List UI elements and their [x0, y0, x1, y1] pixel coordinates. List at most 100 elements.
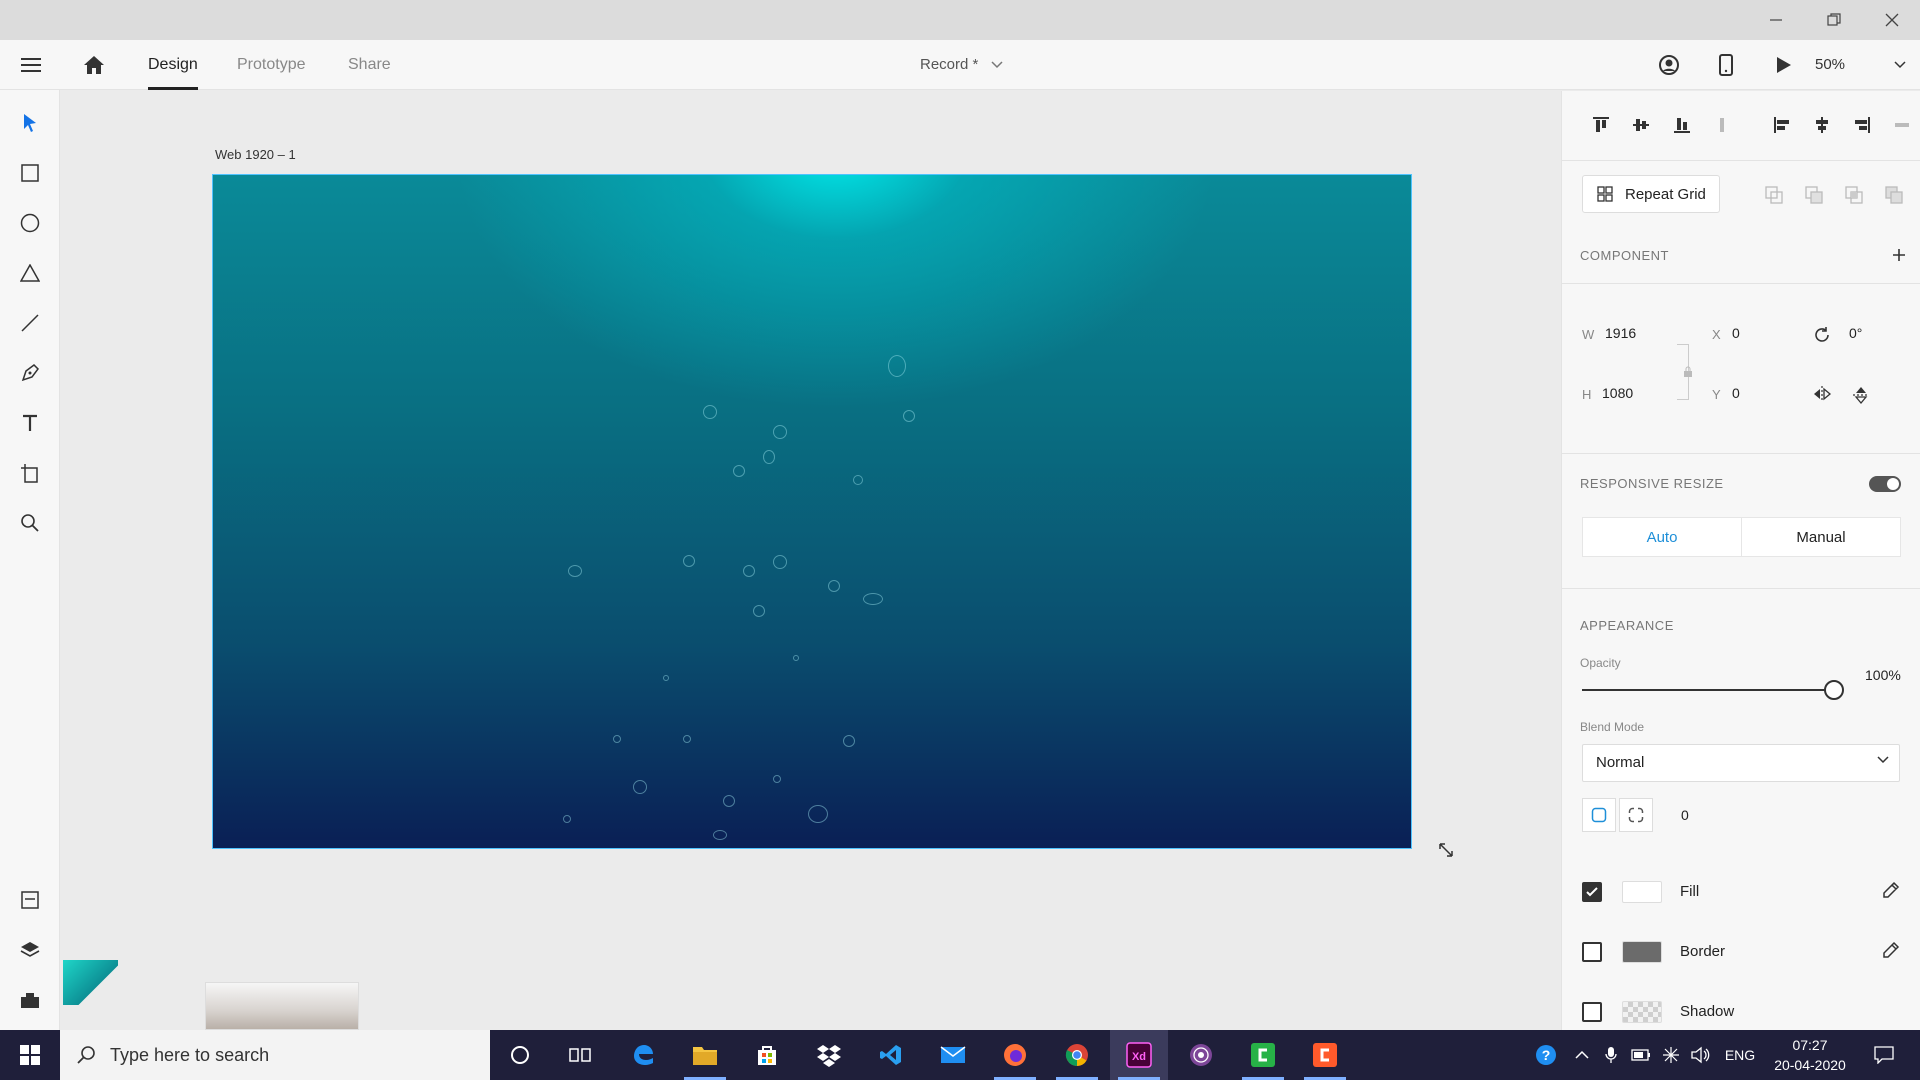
- flip-horizontal-button[interactable]: [1812, 385, 1832, 403]
- minimize-button[interactable]: [1748, 0, 1804, 40]
- device-preview-button[interactable]: [1713, 52, 1739, 78]
- border-eyedropper-button[interactable]: [1882, 941, 1900, 959]
- shadow-checkbox[interactable]: [1582, 1002, 1602, 1022]
- rotate-button[interactable]: [1812, 325, 1832, 345]
- tab-prototype[interactable]: Prototype: [237, 40, 305, 90]
- plugins-panel-button[interactable]: [15, 985, 45, 1015]
- chrome-app[interactable]: [1048, 1030, 1106, 1080]
- restore-button[interactable]: [1806, 0, 1862, 40]
- opacity-value[interactable]: 100%: [1865, 667, 1901, 683]
- artboard-tool[interactable]: [15, 458, 45, 488]
- artboard-thumbnail[interactable]: [205, 982, 359, 1030]
- artboard-thumbnail[interactable]: [63, 960, 118, 1005]
- corner-radius-all-button[interactable]: [1582, 798, 1616, 832]
- edge-app[interactable]: [614, 1030, 672, 1080]
- home-button[interactable]: [81, 52, 107, 78]
- align-top-button[interactable]: [1589, 113, 1613, 137]
- resize-manual-option[interactable]: Manual: [1741, 517, 1901, 557]
- boolean-exclude-button[interactable]: [1882, 183, 1906, 207]
- resize-handle[interactable]: [1438, 842, 1454, 858]
- tab-design[interactable]: Design: [148, 40, 198, 90]
- height-input[interactable]: 1080: [1602, 385, 1633, 401]
- align-bottom-button[interactable]: [1670, 113, 1694, 137]
- opacity-slider-track[interactable]: [1582, 689, 1842, 691]
- help-tray-button[interactable]: ?: [1530, 1030, 1562, 1080]
- battery-tray-button[interactable]: [1628, 1030, 1654, 1080]
- pen-tool[interactable]: [15, 358, 45, 388]
- store-app[interactable]: [738, 1030, 796, 1080]
- responsive-resize-toggle[interactable]: [1869, 476, 1901, 492]
- add-component-button[interactable]: [1887, 243, 1911, 267]
- microphone-tray-button[interactable]: [1599, 1030, 1623, 1080]
- taskbar-search-box[interactable]: Type here to search: [60, 1030, 490, 1080]
- vscode-app[interactable]: [862, 1030, 920, 1080]
- shadow-color-swatch[interactable]: [1622, 1001, 1662, 1023]
- repeat-grid-button[interactable]: Repeat Grid: [1582, 175, 1720, 213]
- adobe-xd-app[interactable]: Xd: [1110, 1030, 1168, 1080]
- hamburger-menu-button[interactable]: [18, 52, 44, 78]
- distribute-horizontal-button[interactable]: [1890, 113, 1914, 137]
- network-tray-button[interactable]: [1658, 1030, 1684, 1080]
- language-indicator[interactable]: ENG: [1720, 1030, 1760, 1080]
- border-checkbox[interactable]: [1582, 942, 1602, 962]
- tor-browser-app[interactable]: [1172, 1030, 1230, 1080]
- zoom-level[interactable]: 50%: [1815, 40, 1845, 90]
- show-hidden-icons-button[interactable]: [1570, 1030, 1594, 1080]
- close-button[interactable]: [1864, 0, 1920, 40]
- document-title-dropdown[interactable]: Record *: [920, 40, 1003, 90]
- camtasia-recorder-app[interactable]: [1296, 1030, 1354, 1080]
- play-preview-button[interactable]: [1771, 52, 1797, 78]
- artboard[interactable]: [212, 174, 1412, 849]
- opacity-slider-thumb[interactable]: [1824, 680, 1844, 700]
- resize-auto-option[interactable]: Auto: [1582, 517, 1742, 557]
- flip-vertical-button[interactable]: [1852, 385, 1870, 405]
- align-right-button[interactable]: [1850, 113, 1874, 137]
- bubble: [903, 410, 915, 422]
- mail-app[interactable]: [924, 1030, 982, 1080]
- taskbar-clock[interactable]: 07:27 20-04-2020: [1770, 1035, 1850, 1075]
- boolean-add-button[interactable]: [1762, 183, 1786, 207]
- camtasia-app[interactable]: [1234, 1030, 1292, 1080]
- volume-tray-button[interactable]: [1688, 1030, 1714, 1080]
- dropbox-app[interactable]: [800, 1030, 858, 1080]
- zoom-dropdown-button[interactable]: [1887, 52, 1913, 78]
- fill-checkbox[interactable]: [1582, 882, 1602, 902]
- assets-panel-button[interactable]: [15, 885, 45, 915]
- share-user-button[interactable]: [1656, 52, 1682, 78]
- fill-color-swatch[interactable]: [1622, 881, 1662, 903]
- rectangle-tool[interactable]: [15, 158, 45, 188]
- aspect-lock-button[interactable]: [1683, 366, 1693, 378]
- layers-panel-button[interactable]: [15, 935, 45, 965]
- corner-radius-individual-button[interactable]: [1619, 798, 1653, 832]
- align-left-button[interactable]: [1770, 113, 1794, 137]
- distribute-vertical-button[interactable]: [1710, 113, 1734, 137]
- text-tool[interactable]: [15, 408, 45, 438]
- boolean-intersect-button[interactable]: [1842, 183, 1866, 207]
- zoom-tool[interactable]: [15, 508, 45, 538]
- artboard-label[interactable]: Web 1920 – 1: [215, 147, 296, 162]
- action-center-button[interactable]: [1864, 1030, 1904, 1080]
- corner-radius-value[interactable]: 0: [1681, 807, 1689, 823]
- tab-share[interactable]: Share: [348, 40, 391, 90]
- align-center-button[interactable]: [1810, 113, 1834, 137]
- line-tool[interactable]: [15, 308, 45, 338]
- task-view-button[interactable]: [551, 1030, 609, 1080]
- rotation-input[interactable]: 0°: [1849, 325, 1862, 341]
- cortana-button[interactable]: [491, 1030, 549, 1080]
- boolean-subtract-button[interactable]: [1802, 183, 1826, 207]
- polygon-tool[interactable]: [15, 258, 45, 288]
- firefox-app[interactable]: [986, 1030, 1044, 1080]
- clock-date: 20-04-2020: [1774, 1057, 1846, 1073]
- component-section: COMPONENT: [1562, 229, 1920, 284]
- y-input[interactable]: 0: [1732, 385, 1740, 401]
- width-input[interactable]: 1916: [1605, 325, 1636, 341]
- start-button[interactable]: [0, 1030, 60, 1080]
- fill-eyedropper-button[interactable]: [1882, 881, 1900, 899]
- select-tool[interactable]: [15, 108, 45, 138]
- align-middle-button[interactable]: [1629, 113, 1653, 137]
- file-explorer-app[interactable]: [676, 1030, 734, 1080]
- blend-mode-select[interactable]: Normal: [1582, 744, 1900, 782]
- border-color-swatch[interactable]: [1622, 941, 1662, 963]
- x-input[interactable]: 0: [1732, 325, 1740, 341]
- ellipse-tool[interactable]: [15, 208, 45, 238]
